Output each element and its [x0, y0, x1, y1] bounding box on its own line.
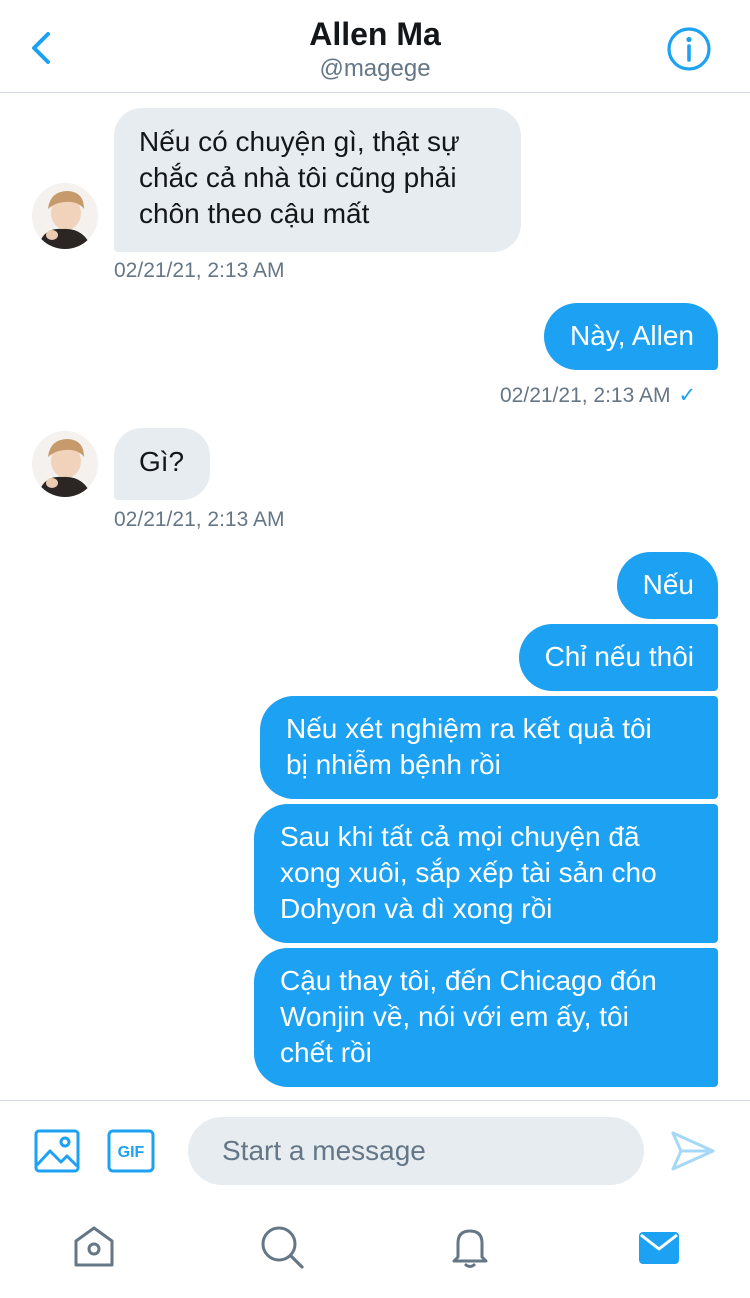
- messages-envelope-icon: [639, 1232, 679, 1264]
- avatar[interactable]: [32, 431, 98, 497]
- message-timestamp: 02/21/21, 2:13 AM: [500, 384, 671, 407]
- notifications-bell-icon: [452, 1229, 488, 1268]
- send-button[interactable]: [670, 1129, 716, 1173]
- message-composer: GIF: [0, 1100, 750, 1198]
- incoming-message-bubble[interactable]: Nếu có chuyện gì, thật sự chắc cả nhà tô…: [114, 108, 521, 252]
- user-handle: @magege: [319, 55, 431, 82]
- outgoing-message-bubble[interactable]: Chỉ nếu thôi: [518, 624, 718, 691]
- gif-label: GIF: [118, 1144, 145, 1161]
- outgoing-message-bubble[interactable]: Cậu thay tôi, đến Chicago đón Wonjin về,…: [254, 948, 718, 1087]
- send-icon: [671, 1131, 715, 1171]
- avatar[interactable]: [32, 183, 98, 249]
- tab-search[interactable]: [259, 1224, 305, 1270]
- message-timestamp: 02/21/21, 2:13 AM: [114, 259, 285, 282]
- home-icon: [74, 1226, 114, 1267]
- incoming-message-bubble[interactable]: Gì?: [114, 428, 211, 500]
- add-image-button[interactable]: [34, 1129, 80, 1173]
- gif-icon: GIF: [107, 1129, 155, 1173]
- tab-home[interactable]: [71, 1224, 117, 1270]
- page-title: Allen Ma: [309, 16, 441, 52]
- avatar-image: [32, 183, 98, 249]
- read-check-icon: ✓: [678, 384, 697, 407]
- add-gif-button[interactable]: GIF: [107, 1129, 155, 1173]
- info-icon: [667, 27, 711, 71]
- message-timestamp: 02/21/21, 2:13 AM: [114, 508, 285, 531]
- outgoing-message-bubble[interactable]: Nếu xét nghiệm ra kết quả tôi bị nhiễm b…: [260, 696, 718, 799]
- outgoing-message-bubble[interactable]: Sau khi tất cả mọi chuyện đã xong xuôi, …: [254, 804, 718, 943]
- tab-messages[interactable]: [636, 1224, 682, 1270]
- avatar-image: [32, 431, 98, 497]
- bottom-tab-bar: [0, 1198, 750, 1298]
- conversation-title-block[interactable]: Allen Ma @magege: [0, 14, 750, 84]
- search-icon: [261, 1226, 304, 1269]
- conversation-header: Allen Ma @magege: [0, 0, 750, 93]
- info-button[interactable]: [666, 26, 712, 72]
- outgoing-message-bubble[interactable]: Này, Allen: [544, 303, 718, 370]
- message-timestamp-row: 02/21/21, 2:13 AM ✓: [500, 383, 696, 409]
- tab-notifications[interactable]: [447, 1224, 493, 1270]
- image-icon: [34, 1129, 80, 1173]
- message-input[interactable]: [188, 1117, 644, 1185]
- outgoing-message-bubble[interactable]: Nếu: [616, 552, 718, 619]
